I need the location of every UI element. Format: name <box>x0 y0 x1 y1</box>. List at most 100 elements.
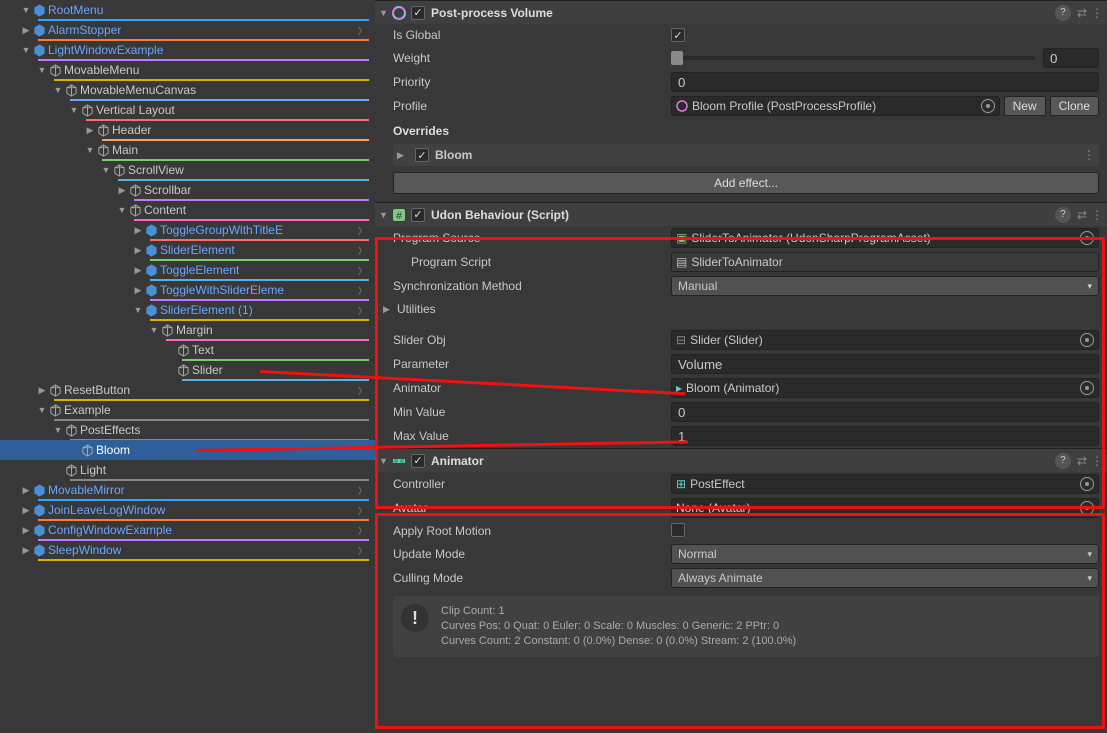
chevron-right-icon[interactable]: 〉 <box>358 304 367 317</box>
hierarchy-item-header[interactable]: ▶Header <box>0 120 375 140</box>
profile-field[interactable]: Bloom Profile (PostProcessProfile) <box>671 96 1000 116</box>
hierarchy-item-scrollview[interactable]: ▼ScrollView <box>0 160 375 180</box>
sliderobj-field[interactable]: ⊟Slider (Slider) <box>671 330 1099 350</box>
component-enable-checkbox[interactable]: ✓ <box>411 454 425 468</box>
chevron-right-icon[interactable]: 〉 <box>358 284 367 297</box>
foldout-icon[interactable]: ▶ <box>132 285 144 296</box>
chevron-right-icon[interactable]: 〉 <box>358 24 367 37</box>
foldout-icon[interactable]: ▶ <box>132 225 144 236</box>
override-bloom[interactable]: ▶✓Bloom⋮ <box>393 144 1099 166</box>
foldout-icon[interactable]: ▶ <box>116 185 128 196</box>
kebab-icon[interactable]: ⋮ <box>1083 148 1095 162</box>
hierarchy-item-sliderelement[interactable]: ▶SliderElement〉 <box>0 240 375 260</box>
chevron-right-icon[interactable]: 〉 <box>358 544 367 557</box>
hierarchy-item-lightwindowexample[interactable]: ▼LightWindowExample <box>0 40 375 60</box>
hierarchy-item-posteffects[interactable]: ▼PostEffects <box>0 420 375 440</box>
foldout-icon[interactable]: ▼ <box>100 165 112 175</box>
foldout-icon[interactable]: ▼ <box>20 45 32 55</box>
foldout-icon[interactable]: ▼ <box>84 145 96 155</box>
preset-icon[interactable]: ⇄ <box>1077 208 1087 222</box>
hierarchy-item-movablemenu[interactable]: ▼MovableMenu <box>0 60 375 80</box>
hierarchy-item-sliderelement-1-[interactable]: ▼SliderElement (1)〉 <box>0 300 375 320</box>
hierarchy-item-togglegroupwithtitlee[interactable]: ▶ToggleGroupWithTitleE〉 <box>0 220 375 240</box>
root-motion-checkbox[interactable] <box>671 523 685 537</box>
chevron-right-icon[interactable]: 〉 <box>358 244 367 257</box>
foldout-icon[interactable]: ▼ <box>52 425 64 435</box>
object-picker-icon[interactable] <box>1080 333 1094 347</box>
foldout-icon[interactable]: ▶ <box>20 25 32 36</box>
sync-method-dropdown[interactable]: Manual <box>671 276 1099 296</box>
component-enable-checkbox[interactable]: ✓ <box>411 208 425 222</box>
hierarchy-item-togglewithslidereleme[interactable]: ▶ToggleWithSliderEleme〉 <box>0 280 375 300</box>
kebab-icon[interactable]: ⋮ <box>1091 208 1103 222</box>
foldout-icon[interactable]: ▶ <box>132 245 144 256</box>
hierarchy-item-content[interactable]: ▼Content <box>0 200 375 220</box>
chevron-right-icon[interactable]: 〉 <box>358 504 367 517</box>
hierarchy-item-joinleavelogwindow[interactable]: ▶JoinLeaveLogWindow〉 <box>0 500 375 520</box>
help-icon[interactable]: ? <box>1055 453 1071 469</box>
chevron-right-icon[interactable]: 〉 <box>358 224 367 237</box>
hierarchy-item-movablemirror[interactable]: ▶MovableMirror〉 <box>0 480 375 500</box>
profile-clone-button[interactable]: Clone <box>1050 96 1099 116</box>
object-picker-icon[interactable] <box>1080 231 1094 245</box>
hierarchy-item-margin[interactable]: ▼Margin <box>0 320 375 340</box>
chevron-right-icon[interactable]: 〉 <box>358 524 367 537</box>
maxvalue-field[interactable] <box>671 426 1099 446</box>
object-picker-icon[interactable] <box>1080 477 1094 491</box>
hierarchy-item-toggleelement[interactable]: ▶ToggleElement〉 <box>0 260 375 280</box>
object-picker-icon[interactable] <box>1080 501 1094 515</box>
hierarchy-item-slider[interactable]: Slider <box>0 360 375 380</box>
foldout-icon[interactable]: ▼ <box>132 305 144 315</box>
object-picker-icon[interactable] <box>1080 381 1094 395</box>
foldout-icon[interactable]: ▼ <box>379 8 391 18</box>
weight-value[interactable] <box>1043 48 1099 68</box>
hierarchy-item-configwindowexample[interactable]: ▶ConfigWindowExample〉 <box>0 520 375 540</box>
hierarchy-item-alarmstopper[interactable]: ▶AlarmStopper〉 <box>0 20 375 40</box>
kebab-icon[interactable]: ⋮ <box>1091 454 1103 468</box>
component-enable-checkbox[interactable]: ✓ <box>411 6 425 20</box>
hierarchy-item-bloom[interactable]: Bloom <box>0 440 375 460</box>
preset-icon[interactable]: ⇄ <box>1077 454 1087 468</box>
hierarchy-item-movablemenucanvas[interactable]: ▼MovableMenuCanvas <box>0 80 375 100</box>
foldout-icon[interactable]: ▼ <box>68 105 80 115</box>
foldout-icon[interactable]: ▼ <box>379 456 391 466</box>
foldout-icon[interactable]: ▶ <box>383 304 395 315</box>
component-header-udon[interactable]: ▼ # ✓ Udon Behaviour (Script) ? ⇄ ⋮ <box>375 202 1107 226</box>
update-mode-dropdown[interactable]: Normal <box>671 544 1099 564</box>
foldout-icon[interactable]: ▶ <box>20 525 32 536</box>
weight-slider[interactable] <box>671 56 1035 60</box>
foldout-icon[interactable]: ▼ <box>36 65 48 75</box>
animator-ref-field[interactable]: ▸Bloom (Animator) <box>671 378 1099 398</box>
controller-field[interactable]: ⊞PostEffect <box>671 474 1099 494</box>
add-effect-button[interactable]: Add effect... <box>393 172 1099 194</box>
foldout-icon[interactable]: ▼ <box>36 405 48 415</box>
hierarchy-item-rootmenu[interactable]: ▼RootMenu <box>0 0 375 20</box>
preset-icon[interactable]: ⇄ <box>1077 6 1087 20</box>
chevron-right-icon[interactable]: 〉 <box>358 384 367 397</box>
chevron-right-icon[interactable]: 〉 <box>358 484 367 497</box>
isglobal-checkbox[interactable]: ✓ <box>671 28 685 42</box>
hierarchy-item-example[interactable]: ▼Example <box>0 400 375 420</box>
component-header-postprocess[interactable]: ▼ ✓ Post-process Volume ? ⇄ ⋮ <box>375 0 1107 24</box>
culling-mode-dropdown[interactable]: Always Animate <box>671 568 1099 588</box>
foldout-icon[interactable]: ▶ <box>36 385 48 396</box>
foldout-icon[interactable]: ▼ <box>116 205 128 215</box>
foldout-icon[interactable]: ▶ <box>20 485 32 496</box>
hierarchy-item-text[interactable]: Text <box>0 340 375 360</box>
foldout-icon[interactable]: ▼ <box>379 210 391 220</box>
program-source-field[interactable]: ▣SliderToAnimator (UdonSharpProgramAsset… <box>671 228 1099 248</box>
chevron-right-icon[interactable]: 〉 <box>358 264 367 277</box>
help-icon[interactable]: ? <box>1055 207 1071 223</box>
priority-field[interactable] <box>671 72 1099 92</box>
foldout-icon[interactable]: ▶ <box>20 545 32 556</box>
foldout-icon[interactable]: ▼ <box>52 85 64 95</box>
parameter-field[interactable] <box>671 354 1099 374</box>
minvalue-field[interactable] <box>671 402 1099 422</box>
hierarchy-item-vertical-layout[interactable]: ▼Vertical Layout <box>0 100 375 120</box>
profile-new-button[interactable]: New <box>1004 96 1046 116</box>
hierarchy-item-light[interactable]: Light <box>0 460 375 480</box>
foldout-icon[interactable]: ▶ <box>84 125 96 136</box>
hierarchy-item-resetbutton[interactable]: ▶ResetButton〉 <box>0 380 375 400</box>
help-icon[interactable]: ? <box>1055 5 1071 21</box>
foldout-icon[interactable]: ▶ <box>132 265 144 276</box>
